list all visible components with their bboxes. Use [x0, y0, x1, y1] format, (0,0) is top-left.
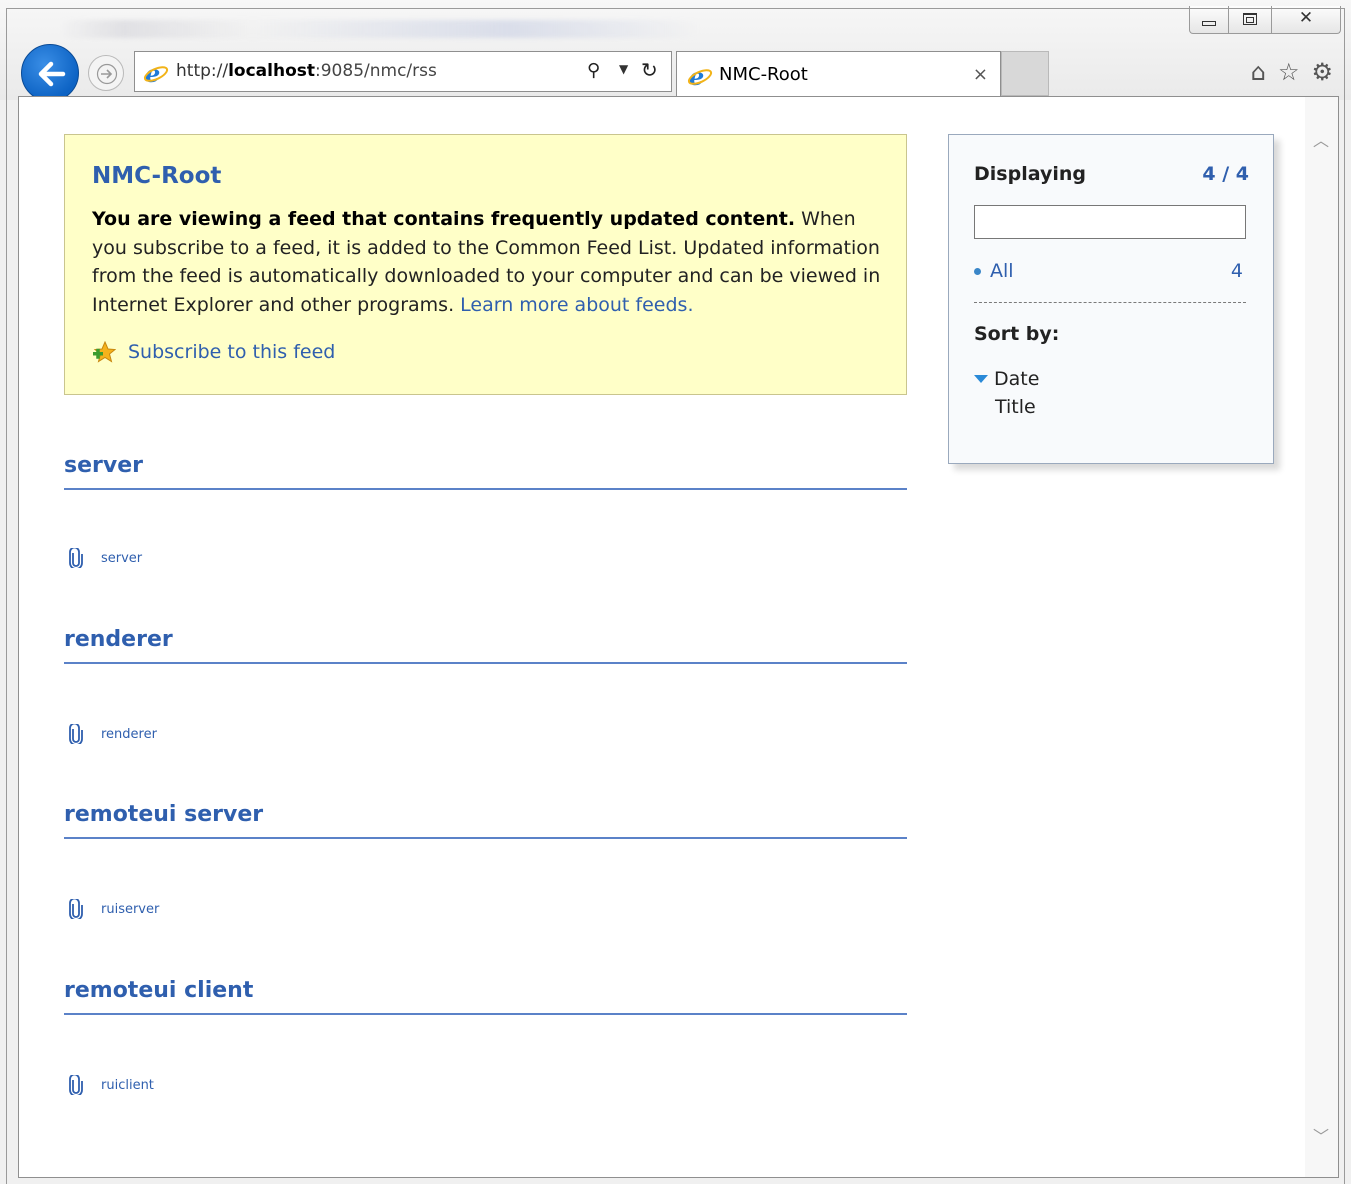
- paperclip-icon: [69, 724, 83, 744]
- back-button[interactable]: [21, 44, 79, 102]
- subscribe-link[interactable]: Subscribe to this feed: [92, 341, 335, 363]
- feed-intro-bold: You are viewing a feed that contains fre…: [92, 208, 796, 230]
- displaying-count: 4 / 4: [1202, 163, 1249, 185]
- bullet-icon: [974, 267, 981, 275]
- feed-title: NMC-Root: [92, 163, 222, 189]
- sort-option-date-label: Date: [994, 368, 1040, 390]
- feed-header-box: NMC-Root You are viewing a feed that con…: [64, 134, 907, 395]
- paperclip-icon: [69, 548, 83, 568]
- dropdown-icon[interactable]: ▼: [619, 62, 628, 76]
- vertical-scrollbar[interactable]: ︿ ﹀: [1305, 97, 1338, 1177]
- feed-entry: remoteui client ruiclient: [64, 978, 907, 1095]
- tab-nmc-root[interactable]: e NMC-Root ×: [676, 51, 1001, 96]
- feed-entry: renderer renderer: [64, 627, 907, 744]
- toolbar-icons: ⌂ ☆ ⚙: [1251, 58, 1333, 86]
- scroll-down-icon[interactable]: ﹀: [1313, 1123, 1329, 1147]
- entry-title[interactable]: server: [64, 453, 907, 490]
- forward-icon: [96, 63, 118, 85]
- new-tab-button[interactable]: [1001, 51, 1049, 96]
- browser-chrome: ✕ e http://localhost:9085/nmc/rss ⚲ ▼ ↻ …: [0, 0, 1351, 102]
- url-host: localhost: [228, 61, 316, 81]
- enclosure-link[interactable]: ruiclient: [69, 1075, 154, 1095]
- window-controls: ✕: [1189, 6, 1341, 34]
- filter-input[interactable]: [974, 205, 1246, 239]
- tab-close-icon[interactable]: ×: [973, 64, 988, 85]
- feed-entry: server server: [64, 453, 907, 568]
- maximize-button[interactable]: [1228, 6, 1272, 34]
- feed-entry: remoteui server ruiserver: [64, 802, 907, 919]
- subscribe-label: Subscribe to this feed: [128, 341, 336, 363]
- close-icon: ✕: [1298, 8, 1314, 28]
- home-icon[interactable]: ⌂: [1251, 58, 1266, 86]
- category-all-count: 4: [1230, 260, 1243, 282]
- url-text[interactable]: http://localhost:9085/nmc/rss: [176, 61, 437, 81]
- sort-by-label: Sort by:: [974, 323, 1060, 345]
- entry-title[interactable]: remoteui client: [64, 978, 907, 1015]
- url-scheme: http://: [176, 61, 229, 81]
- paperclip-icon: [69, 1075, 83, 1095]
- enclosure-link[interactable]: ruiserver: [69, 899, 159, 919]
- displaying-label: Displaying: [974, 163, 1086, 185]
- blurred-background: [60, 20, 700, 38]
- enclosure-label: ruiclient: [101, 1077, 154, 1093]
- sort-descending-icon: [974, 375, 988, 383]
- paperclip-icon: [69, 899, 83, 919]
- feed-sidebar: Displaying 4 / 4 All 4 Sort by: Date Tit…: [948, 134, 1274, 464]
- search-icon[interactable]: ⚲: [587, 60, 600, 81]
- tab-title: NMC-Root: [719, 64, 808, 85]
- entry-title[interactable]: remoteui server: [64, 802, 907, 839]
- enclosure-link[interactable]: server: [69, 548, 142, 568]
- entry-title[interactable]: renderer: [64, 627, 907, 664]
- learn-more-link[interactable]: Learn more about feeds.: [460, 294, 693, 316]
- category-all-label: All: [990, 260, 1014, 282]
- close-window-button[interactable]: ✕: [1271, 6, 1341, 34]
- page-viewport: NMC-Root You are viewing a feed that con…: [18, 96, 1339, 1178]
- minimize-button[interactable]: [1189, 6, 1229, 34]
- ie-icon: e: [143, 61, 169, 85]
- subscribe-star-icon: [93, 341, 116, 363]
- enclosure-link[interactable]: renderer: [69, 724, 157, 744]
- sort-option-title[interactable]: Title: [995, 396, 1036, 418]
- back-icon: [38, 61, 66, 87]
- settings-gear-icon[interactable]: ⚙: [1311, 58, 1333, 86]
- scroll-up-icon[interactable]: ︿: [1313, 127, 1329, 151]
- minimize-icon: [1202, 21, 1216, 26]
- divider: [974, 302, 1246, 303]
- feed-description: You are viewing a feed that contains fre…: [92, 205, 892, 319]
- ie-tab-icon: e: [687, 64, 713, 88]
- restore-icon: [1243, 13, 1257, 25]
- address-bar[interactable]: e http://localhost:9085/nmc/rss ⚲ ▼ ↻: [134, 51, 672, 92]
- enclosure-label: renderer: [101, 726, 157, 742]
- enclosure-label: server: [101, 550, 143, 566]
- forward-button[interactable]: [88, 55, 124, 91]
- favorites-star-icon[interactable]: ☆: [1278, 58, 1300, 86]
- url-path: :9085/nmc/rss: [315, 61, 437, 81]
- sort-option-date[interactable]: Date: [974, 368, 1039, 390]
- enclosure-label: ruiserver: [101, 901, 160, 917]
- category-all[interactable]: All: [974, 260, 1014, 282]
- refresh-icon[interactable]: ↻: [641, 58, 658, 82]
